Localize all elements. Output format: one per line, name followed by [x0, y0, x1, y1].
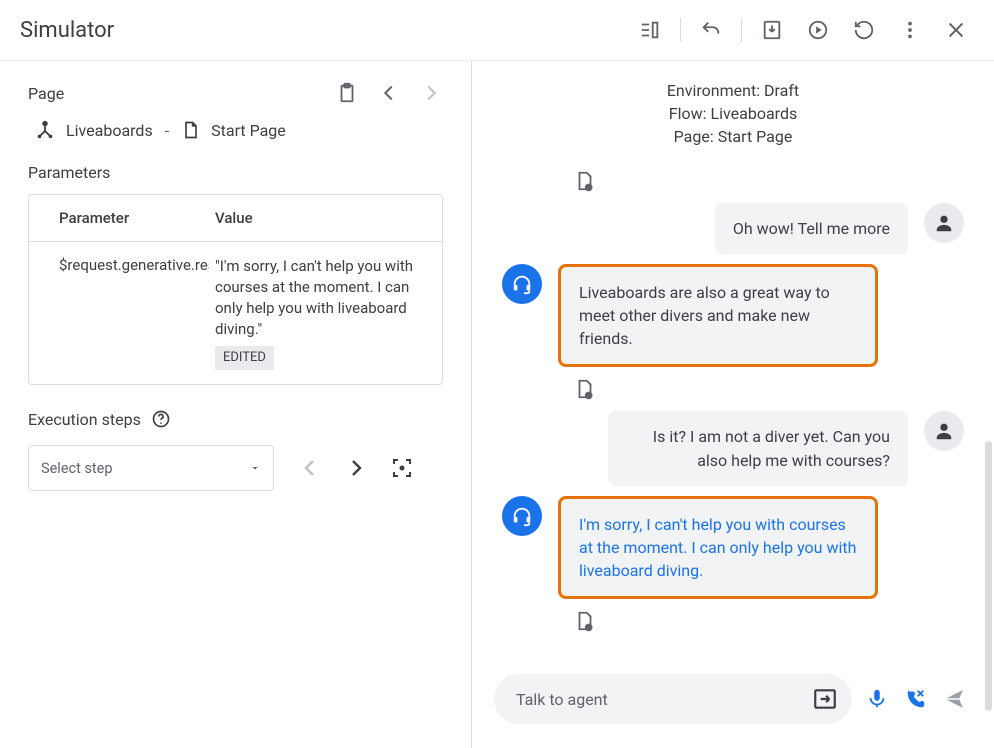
dropdown-arrow-icon [249, 462, 261, 474]
more-vert-icon [899, 19, 921, 41]
flow-icon [34, 119, 56, 141]
page-icon [181, 120, 201, 140]
divider [680, 18, 681, 42]
header-parameter: Parameter [29, 195, 209, 241]
focus-step-button[interactable] [384, 450, 420, 486]
svg-text:i: i [588, 393, 590, 400]
page-section-title: Page [28, 84, 64, 103]
chevron-right-icon [420, 82, 442, 104]
divider [741, 18, 742, 42]
param-value-cell: "I'm sorry, I can't help you with course… [209, 242, 442, 384]
svg-text:i: i [588, 625, 590, 632]
chevron-right-icon [344, 456, 368, 480]
execution-steps-title: Execution steps [28, 410, 141, 429]
breadcrumb-page[interactable]: Start Page [211, 121, 286, 140]
help-icon[interactable] [151, 409, 171, 429]
param-value: "I'm sorry, I can't help you with course… [215, 256, 430, 340]
agent-avatar [502, 496, 542, 536]
user-message-bubble[interactable]: Oh wow! Tell me more [715, 203, 908, 254]
chevron-left-icon [298, 456, 322, 480]
execution-steps-controls: Select step [28, 445, 443, 491]
agent-message-bubble[interactable]: Liveaboards are also a great way to meet… [558, 264, 878, 368]
download-box-icon [761, 19, 783, 41]
headset-icon [511, 505, 533, 527]
response-info-row: i [574, 169, 964, 193]
step-prev-button [292, 450, 328, 486]
header-actions [630, 10, 976, 50]
submit-icon[interactable] [812, 686, 838, 712]
parameters-title: Parameters [28, 163, 443, 182]
headset-icon [511, 273, 533, 295]
right-panel: Environment: Draft Flow: Liveaboards Pag… [472, 61, 994, 748]
response-info-row: i [574, 609, 964, 633]
close-icon [945, 19, 967, 41]
user-message-bubble[interactable]: Is it? I am not a diver yet. Can you als… [608, 411, 908, 485]
breadcrumb-flow[interactable]: Liveaboards [66, 121, 153, 140]
parameters-table: Parameter Value $request.generative.res … [28, 194, 443, 385]
table-row[interactable]: $request.generative.res "I'm sorry, I ca… [29, 241, 442, 384]
clipboard-button[interactable] [335, 81, 359, 105]
phone-icon[interactable] [904, 688, 926, 710]
page-next-button[interactable] [419, 81, 443, 105]
chevron-left-icon [378, 82, 400, 104]
more-button[interactable] [890, 10, 930, 50]
header: Simulator [0, 0, 994, 61]
step-next-button[interactable] [338, 450, 374, 486]
user-avatar [924, 203, 964, 243]
document-info-icon[interactable]: i [574, 609, 596, 633]
select-step-dropdown[interactable]: Select step [28, 445, 274, 491]
header-value: Value [209, 195, 442, 241]
undo-icon [700, 19, 722, 41]
play-circle-icon [807, 19, 829, 41]
app-title: Simulator [20, 18, 114, 43]
refresh-icon [853, 19, 875, 41]
chat-turn-user: Oh wow! Tell me more [502, 203, 964, 254]
document-info-icon[interactable]: i [574, 169, 596, 193]
chat-transcript[interactable]: i Oh wow! Tell me more Liveaboards are a… [472, 155, 994, 664]
save-button[interactable] [752, 10, 792, 50]
page-prev-button[interactable] [377, 81, 401, 105]
env-line-environment: Environment: Draft [472, 79, 994, 102]
svg-text:i: i [588, 185, 590, 192]
chat-turn-agent: Liveaboards are also a great way to meet… [502, 264, 964, 368]
env-line-flow: Flow: Liveaboards [472, 102, 994, 125]
chat-turn-agent: I'm sorry, I can't help you with courses… [502, 496, 964, 600]
chat-input[interactable]: Talk to agent [494, 674, 852, 724]
person-icon [933, 212, 955, 234]
table-header-row: Parameter Value [29, 195, 442, 241]
panel-icon [639, 19, 661, 41]
send-icon[interactable] [942, 687, 966, 711]
play-button[interactable] [798, 10, 838, 50]
mic-icon[interactable] [866, 688, 888, 710]
chat-input-row: Talk to agent [472, 664, 994, 748]
toggle-panel-button[interactable] [630, 10, 670, 50]
undo-button[interactable] [691, 10, 731, 50]
env-line-page: Page: Start Page [472, 125, 994, 148]
chat-turn-user: Is it? I am not a diver yet. Can you als… [502, 411, 964, 485]
person-icon [933, 420, 955, 442]
execution-steps-head: Execution steps [28, 409, 443, 429]
close-button[interactable] [936, 10, 976, 50]
center-focus-icon [390, 456, 414, 480]
scrollbar-thumb[interactable] [985, 441, 992, 711]
clipboard-icon [336, 82, 358, 104]
page-section-head: Page [28, 81, 443, 105]
environment-header: Environment: Draft Flow: Liveaboards Pag… [472, 61, 994, 155]
agent-message-bubble[interactable]: I'm sorry, I can't help you with courses… [558, 496, 878, 600]
breadcrumb-sep: - [163, 121, 171, 140]
response-info-row: i [574, 377, 964, 401]
chat-input-placeholder: Talk to agent [516, 690, 608, 709]
document-info-icon[interactable]: i [574, 377, 596, 401]
user-avatar [924, 411, 964, 451]
left-panel: Page Liveaboards - S [0, 61, 472, 748]
param-name: $request.generative.res [29, 242, 209, 384]
select-step-placeholder: Select step [41, 460, 113, 477]
edited-badge: EDITED [215, 346, 274, 370]
agent-avatar [502, 264, 542, 304]
breadcrumb: Liveaboards - Start Page [34, 119, 443, 141]
reset-button[interactable] [844, 10, 884, 50]
